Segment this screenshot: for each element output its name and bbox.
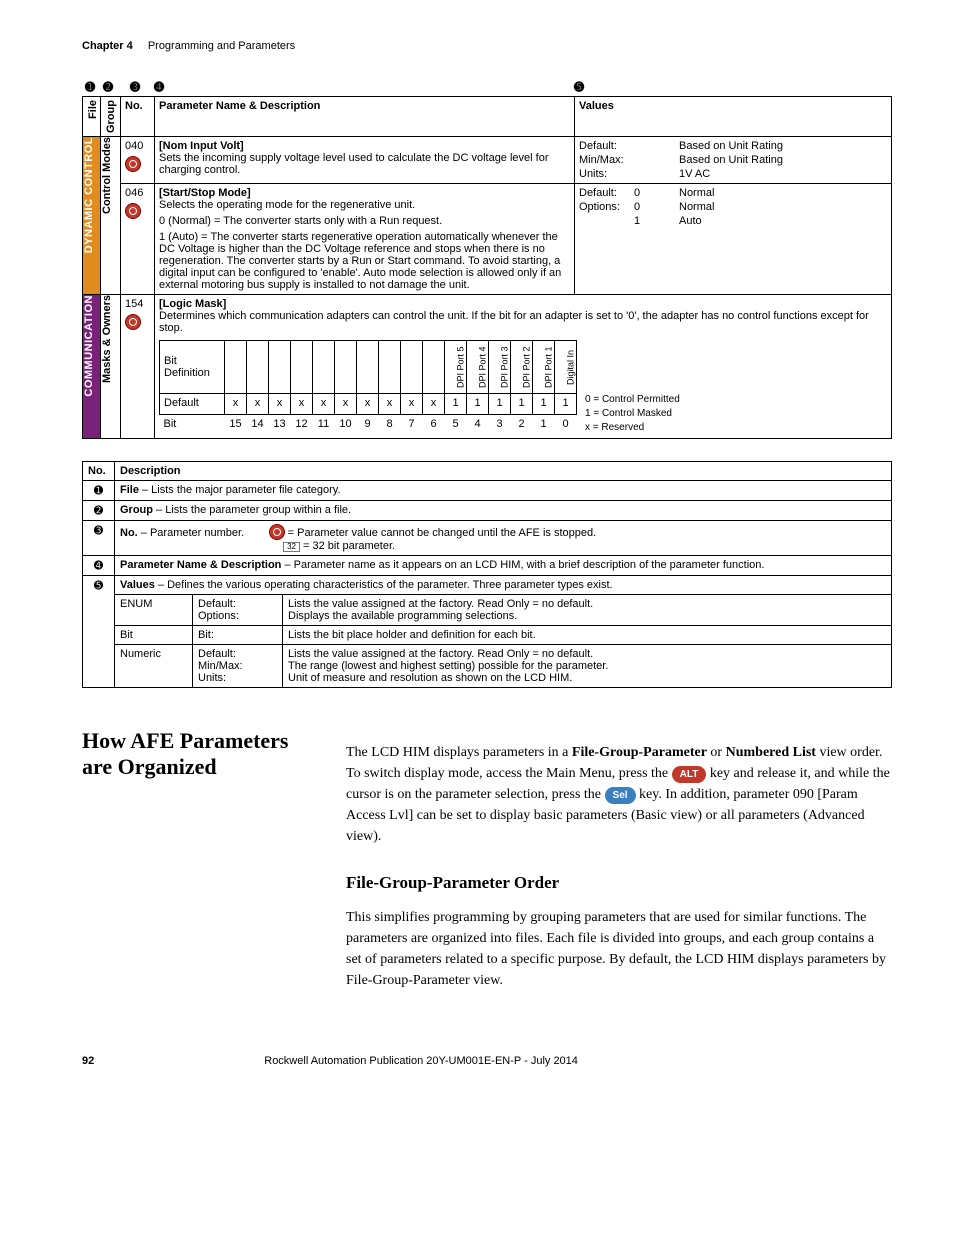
stop-icon [125, 203, 141, 219]
callout-3: ➌ [128, 80, 142, 94]
callout-row: ➊ ➋ ➌ ➍ ➎ [82, 80, 892, 94]
callout-2: ➋ [101, 80, 115, 94]
file-dynamic-control: DYNAMIC CONTROL [83, 137, 95, 253]
callout-4: ➍ [94, 560, 103, 572]
param-040-desc: [Nom Input Volt] Sets the incoming suppl… [155, 137, 575, 184]
param-046-values: Default:0Normal Options:0Normal 1Auto [575, 184, 892, 295]
group-control-modes: Control Modes [101, 137, 113, 214]
param-154-no: 154 [121, 295, 155, 439]
page-footer: 92 Rockwell Automation Publication 20Y-U… [82, 1055, 892, 1067]
page-number: 92 [82, 1055, 94, 1067]
page-header: Chapter 4 Programming and Parameters [82, 40, 892, 52]
param-046-desc: [Start/Stop Mode] Selects the operating … [155, 184, 575, 295]
callout-1: ➊ [94, 485, 103, 497]
param-046-no: 046 [121, 184, 155, 295]
bit-legend: 0 = Control Permitted 1 = Control Masked… [577, 393, 680, 435]
hdr-values: Values [575, 97, 892, 137]
key-table: No.Description ➊ File – Lists the major … [82, 461, 892, 688]
hdr-name: Parameter Name & Description [155, 97, 575, 137]
stop-icon [125, 156, 141, 172]
publication-id: Rockwell Automation Publication 20Y-UM00… [264, 1055, 578, 1067]
stop-icon [269, 524, 285, 540]
sub-title: File-Group-Parameter Order [346, 873, 892, 893]
param-154-desc: [Logic Mask] Determines which communicat… [155, 295, 892, 439]
callout-5: ➎ [572, 80, 586, 94]
hdr-file: File [87, 100, 99, 119]
callout-4: ➍ [152, 80, 166, 94]
body-paragraph-1: The LCD HIM displays parameters in a Fil… [346, 742, 892, 847]
stop-icon [125, 314, 141, 330]
chapter-title: Programming and Parameters [148, 40, 295, 52]
callout-2: ➋ [94, 505, 103, 517]
body-paragraph-2: This simplifies programming by grouping … [346, 907, 892, 991]
hdr-no: No. [121, 97, 155, 137]
parameter-table: File Group No. Parameter Name & Descript… [82, 96, 892, 439]
chapter-label: Chapter 4 [82, 40, 133, 52]
sel-key-icon: Sel [605, 787, 636, 804]
callout-1: ➊ [83, 80, 97, 94]
bit-definition-table: Bit Definition DPI Port 5 DPI Port 4 DPI… [159, 340, 577, 435]
section-title: How AFE Parameters are Organized [82, 728, 322, 781]
param-040-no: 040 [121, 137, 155, 184]
alt-key-icon: ALT [672, 766, 707, 783]
bit32-icon: 32 [283, 542, 300, 552]
param-040-values: Default:Based on Unit Rating Min/Max:Bas… [575, 137, 892, 184]
callout-3: ➌ [94, 525, 103, 537]
file-communication: COMMUNICATION [83, 295, 95, 397]
hdr-group: Group [105, 100, 117, 133]
callout-5: ➎ [94, 580, 103, 592]
group-masks-owners: Masks & Owners [101, 295, 113, 383]
